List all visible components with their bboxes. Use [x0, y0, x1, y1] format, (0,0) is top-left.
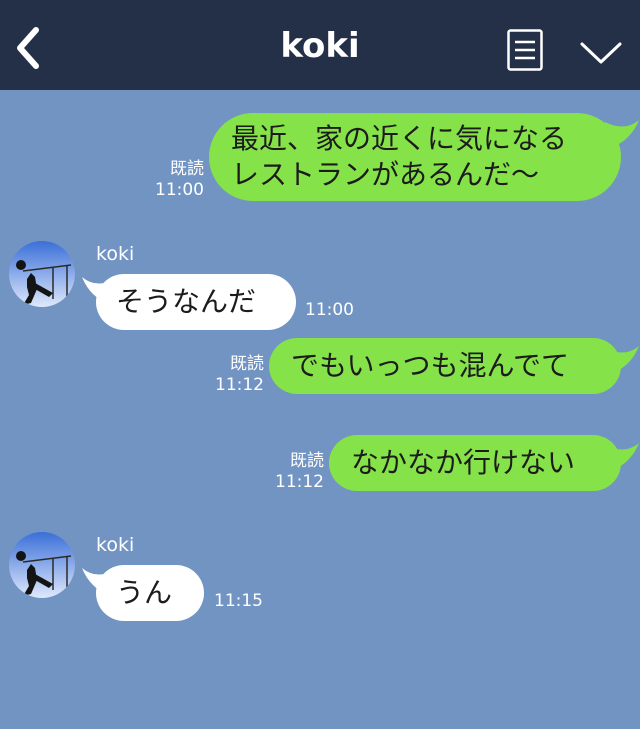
avatar[interactable] [9, 241, 75, 307]
message-bubble-sent[interactable]: なかなか行けない [329, 435, 621, 491]
chat-header: koki [0, 0, 640, 90]
message-bubble-received[interactable]: そうなんだ [96, 274, 296, 330]
message-text-line: 最近、家の近くに気になる [231, 122, 568, 155]
avatar-image [9, 532, 75, 598]
message-meta: 既読 11:00 [150, 159, 204, 201]
collapse-button[interactable] [579, 38, 623, 66]
sender-name: koki [96, 534, 135, 556]
message-meta: 既読 11:12 [270, 451, 324, 493]
chevron-down-icon [580, 42, 622, 64]
chat-title: koki [280, 26, 360, 66]
read-receipt: 既読 [170, 159, 204, 179]
message-bubble-received[interactable]: うん [96, 565, 204, 621]
message-time: 11:15 [214, 591, 263, 611]
message-time: 11:12 [215, 375, 264, 395]
message-time: 11:00 [305, 300, 354, 320]
menu-button[interactable] [507, 29, 543, 71]
message-time: 11:12 [275, 472, 324, 492]
message-text-line: レストランがあるんだ〜 [231, 158, 540, 191]
message-text: うん [116, 576, 173, 609]
message-text: なかなか行けない [351, 446, 576, 479]
message-text: そうなんだ [116, 285, 257, 318]
bubble-tail [605, 443, 639, 471]
sender-name: koki [96, 243, 135, 265]
bubble-tail [605, 346, 639, 374]
menu-icon [507, 29, 543, 71]
message-text: でもいっつも混んでて [291, 349, 570, 382]
message-bubble-sent[interactable]: 最近、家の近くに気になる レストランがあるんだ〜 [209, 113, 621, 201]
avatar-image [9, 241, 75, 307]
avatar[interactable] [9, 532, 75, 598]
message-time: 11:00 [155, 180, 204, 200]
read-receipt: 既読 [290, 451, 324, 471]
message-meta: 既読 11:12 [210, 354, 264, 396]
bubble-tail [605, 120, 639, 148]
message-bubble-sent[interactable]: でもいっつも混んでて [269, 338, 621, 394]
read-receipt: 既読 [230, 354, 264, 374]
